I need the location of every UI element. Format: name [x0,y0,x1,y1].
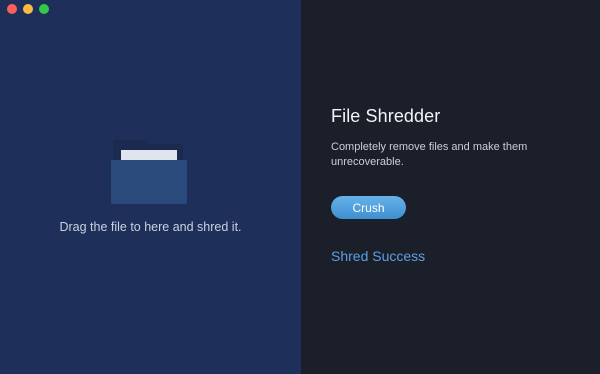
app-title: File Shredder [331,106,441,126]
right-pane [301,0,600,374]
shred-success-link[interactable]: Shred Success [331,248,425,264]
left-pane: Drag the file to here and shred it. [0,0,301,374]
drop-instruction: Drag the file to here and shred it. [59,220,242,234]
crush-button[interactable]: Crush [331,196,406,219]
app-window: Drag the file to here and shred it. File… [0,0,600,374]
folder-icon [111,136,189,206]
app-description: Completely remove files and make them un… [331,141,528,168]
